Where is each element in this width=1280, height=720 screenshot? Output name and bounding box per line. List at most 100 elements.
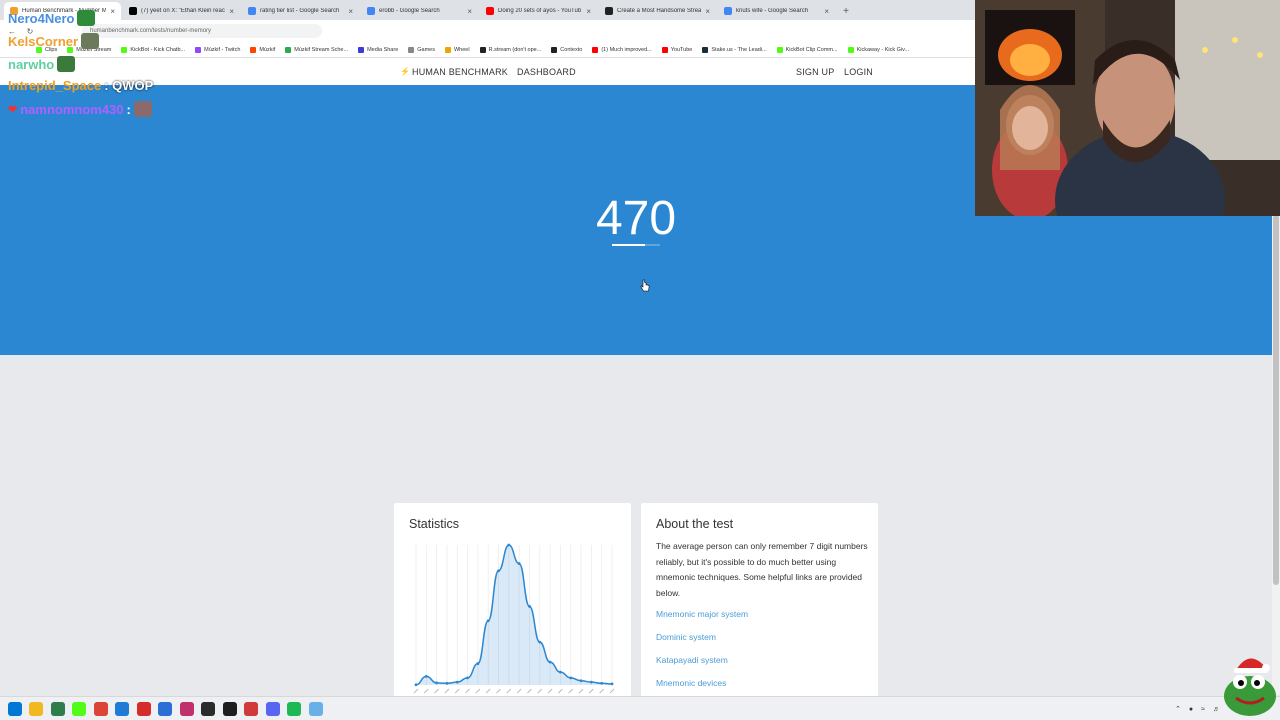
chat-message: Nero4Nero <box>8 10 96 26</box>
tab-title: erobb - Google Search <box>379 8 440 14</box>
taskbar-icons <box>0 701 323 716</box>
chart-point <box>497 569 500 573</box>
windows-start-icon[interactable] <box>7 701 22 716</box>
close-tab-icon[interactable]: × <box>110 7 115 16</box>
edge-icon[interactable] <box>115 701 129 716</box>
app-dark-icon[interactable] <box>222 701 237 716</box>
bookmarks-bar: Clips Múzkif Stream KickBot - Kick Chatb..… <box>0 42 975 58</box>
discord-icon[interactable] <box>265 701 280 716</box>
app-pink-icon[interactable] <box>179 701 194 716</box>
dashboard-link[interactable]: DASHBOARD <box>517 67 576 77</box>
brand-link[interactable]: HUMAN BENCHMARK <box>412 67 508 77</box>
bookmark-item[interactable]: Wheel <box>444 46 470 53</box>
bookmark-item[interactable]: Media Share <box>358 46 398 53</box>
browser-tab[interactable]: erobb - Google Search × <box>361 2 478 20</box>
bookmark-favicon-icon <box>776 46 783 53</box>
chart-tick <box>423 688 429 694</box>
signup-link[interactable]: SIGN UP <box>796 67 834 77</box>
close-tab-icon[interactable]: × <box>229 7 234 16</box>
browser-tab[interactable]: rating tier list - Google Search × <box>242 2 359 20</box>
browser-tab[interactable]: (7) yeet on X: "Ethan Klein reac × <box>123 2 240 20</box>
chart-tick <box>496 688 501 694</box>
emote-icon <box>133 101 152 117</box>
file-explorer-icon[interactable] <box>29 701 43 716</box>
chart-tick <box>413 688 419 694</box>
browser-tab[interactable]: Doing 20 sets of ayos - YouTub × <box>480 2 597 20</box>
spotify-icon[interactable] <box>287 701 301 716</box>
bookmark-item[interactable]: Kickaway - Kick Giv... <box>847 46 910 53</box>
microphone-icon[interactable]: ● <box>1189 706 1193 713</box>
bookmark-label: R.stream (don't ope... <box>488 46 542 53</box>
close-tab-icon[interactable]: × <box>824 7 829 16</box>
browser-tab[interactable]: knuts wife - Google Search × <box>718 2 835 20</box>
timer-bar <box>612 244 660 246</box>
chart-tick <box>516 688 522 694</box>
emote-icon <box>57 56 76 72</box>
chrome-icon[interactable] <box>93 701 108 716</box>
tab-title: Create a Most Handsome Strea <box>617 8 702 14</box>
bookmark-item[interactable]: (1) Much improved... <box>592 46 652 53</box>
bookmark-item[interactable]: KickBot - Kick Chatb... <box>121 46 185 53</box>
chart-point <box>517 562 521 565</box>
emote-icon <box>81 33 100 49</box>
address-bar[interactable]: humanbenchmark.com/tests/number-memory <box>82 24 322 38</box>
scrollbar-thumb[interactable] <box>1273 215 1279 585</box>
about-text: The average person can only remember 7 d… <box>656 541 868 598</box>
login-link[interactable]: LOGIN <box>844 67 873 77</box>
volume-icon[interactable]: ♬ <box>1213 706 1220 713</box>
link-mnemonic-devices[interactable]: Mnemonic devices <box>656 678 726 688</box>
app-chat-icon[interactable] <box>244 701 258 716</box>
bookmark-label: Wheel <box>453 46 470 53</box>
bookmark-item[interactable]: Games <box>408 46 435 53</box>
app-red-icon[interactable] <box>136 701 151 716</box>
bookmark-item[interactable]: Stake.us - The Leadi... <box>702 46 767 53</box>
bookmark-item[interactable]: R.stream (don't ope... <box>479 46 542 53</box>
app-light-icon[interactable] <box>308 701 323 716</box>
app-icon[interactable] <box>50 701 65 716</box>
bookmark-item[interactable]: Múzkif Stream Sche... <box>285 46 349 53</box>
tab-favicon-icon <box>367 7 375 15</box>
tab-title: Doing 20 sets of ayos - YouTub <box>498 8 582 14</box>
close-tab-icon[interactable]: × <box>586 7 591 16</box>
close-tab-icon[interactable]: × <box>348 7 353 16</box>
chart-tick <box>558 688 563 694</box>
bookmark-favicon-icon <box>250 46 257 53</box>
browser-tab-bar: Human Benchmark - Number M × (7) yeet on X… <box>0 0 975 20</box>
browser-tab[interactable]: Create a Most Handsome Strea × <box>599 2 716 20</box>
kick-icon[interactable] <box>72 701 86 716</box>
bookmark-item[interactable]: Múzkif - Twitch <box>195 46 240 53</box>
bookmark-item[interactable]: YouTube <box>661 46 692 53</box>
app-blue-icon[interactable] <box>158 701 172 716</box>
chart-tick <box>454 688 460 694</box>
chart-tick <box>444 688 450 694</box>
bookmark-favicon-icon <box>592 46 599 53</box>
chart-tick <box>485 688 491 694</box>
taskbar: ⌃ ● ≈ ♬ <box>0 696 1280 720</box>
chat-text: : <box>126 101 131 117</box>
bookmark-item[interactable]: Múzkif <box>250 46 275 53</box>
chart-tick <box>527 688 532 694</box>
bookmark-favicon-icon <box>847 46 854 53</box>
chevron-up-icon[interactable]: ⌃ <box>1175 705 1181 713</box>
close-tab-icon[interactable]: × <box>467 7 472 16</box>
obs-icon[interactable] <box>201 701 215 716</box>
new-tab-icon[interactable]: + <box>837 2 855 20</box>
wifi-icon[interactable]: ≈ <box>1201 706 1205 713</box>
link-dominic-system[interactable]: Dominic system <box>656 632 716 642</box>
bookmark-item[interactable]: KickBot Clip Comm... <box>776 46 838 53</box>
chart-point <box>424 675 428 678</box>
chart-tick <box>475 688 481 694</box>
tab-title: knuts wife - Google Search <box>736 8 809 14</box>
close-tab-icon[interactable]: × <box>705 7 710 16</box>
bookmark-label: Kickaway - Kick Giv... <box>856 46 910 53</box>
bookmark-favicon-icon <box>551 46 558 53</box>
bookmark-label: Múzkif Stream Sche... <box>294 46 349 53</box>
tab-favicon-icon <box>724 7 732 15</box>
chat-username: Intrepid_Space <box>8 78 102 93</box>
bookmark-item[interactable]: Contexto <box>551 46 582 53</box>
statistics-title: Statistics <box>409 517 460 531</box>
link-katapayadi-system[interactable]: Katapayadi system <box>656 655 728 665</box>
tab-favicon-icon <box>605 7 613 15</box>
link-mnemonic-major-system[interactable]: Mnemonic major system <box>656 609 748 619</box>
webcam-image <box>975 0 1280 216</box>
